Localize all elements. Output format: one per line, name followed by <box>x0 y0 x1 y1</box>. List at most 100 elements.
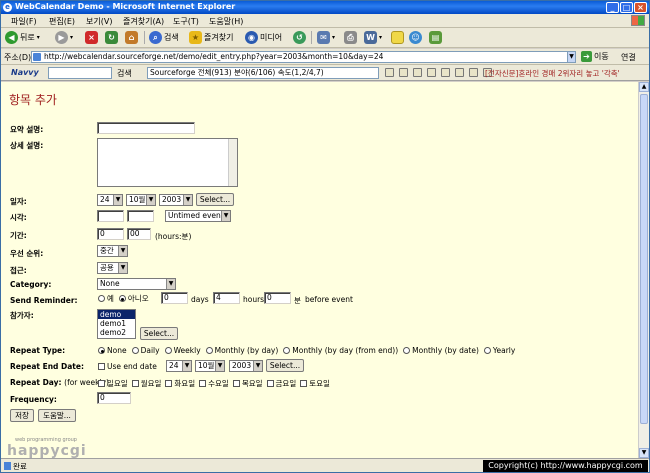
participants-listbox[interactable]: demo demo1 demo2 <box>97 309 136 339</box>
menu-edit[interactable]: 편집(E) <box>49 16 75 27</box>
media-button[interactable]: ◉ 미디어 <box>245 30 282 45</box>
favorites-button[interactable]: ★ 즐겨찾기 <box>189 30 233 45</box>
forward-button[interactable]: ▶ ▾ <box>55 30 73 45</box>
full-textarea[interactable] <box>97 138 238 187</box>
scroll-down-icon[interactable]: ▼ <box>639 448 649 458</box>
reminder-days-input[interactable]: 0 <box>161 292 188 304</box>
repeat-end-select-button[interactable]: Select... <box>266 359 304 372</box>
reminder-hours-input[interactable]: 4 <box>213 292 240 304</box>
print-button[interactable]: ⎙ <box>344 30 357 45</box>
date-day-select[interactable]: 24 ▼ <box>97 194 123 206</box>
participant-option[interactable]: demo1 <box>98 319 135 328</box>
save-button[interactable]: 저장 <box>10 409 34 422</box>
category-select[interactable]: None ▼ <box>97 278 176 290</box>
repeat-day-wed[interactable]: 수요일 <box>199 378 229 389</box>
access-select[interactable]: 공용 ▼ <box>97 262 128 274</box>
mail-button[interactable]: ✉ ▾ <box>317 30 335 45</box>
time-type-select[interactable]: Untimed event ▼ <box>165 210 231 222</box>
home-button[interactable]: ⌂ <box>125 30 138 45</box>
radio-icon <box>98 295 105 302</box>
repeat-day-sun[interactable]: 일요일 <box>98 378 128 389</box>
menu-file[interactable]: 파일(F) <box>11 16 37 27</box>
participant-option[interactable]: demo2 <box>98 328 135 337</box>
priority-select[interactable]: 중간 ▼ <box>97 245 128 257</box>
menu-view[interactable]: 보기(V) <box>86 16 112 27</box>
address-input[interactable]: http://webcalendar.sourceforge.net/demo/… <box>31 51 576 63</box>
help-button[interactable]: 도움말... <box>38 409 76 422</box>
date-year-select[interactable]: 2003 ▼ <box>159 194 193 206</box>
maximize-button[interactable]: □ <box>620 2 633 13</box>
history-button[interactable]: ↺ <box>293 30 306 45</box>
repeat-end-use-option[interactable]: Use end date <box>98 362 157 371</box>
navvy-brand[interactable]: Navvy <box>11 68 39 77</box>
links-button[interactable]: 연결 <box>621 52 636 63</box>
back-button[interactable]: ◀ 뒤로 ▾ <box>5 30 40 45</box>
navvy-search-input[interactable] <box>48 67 112 79</box>
repeat-day-sat[interactable]: 토요일 <box>300 378 330 389</box>
edit-button[interactable]: W ▾ <box>364 30 382 45</box>
search-button[interactable]: ⌕ 검색 <box>149 30 179 45</box>
repeat-weekly-option[interactable]: Weekly <box>164 346 201 355</box>
date-select-button[interactable]: Select... <box>196 193 234 206</box>
menu-help[interactable]: 도움말(H) <box>209 16 243 27</box>
menu-tools[interactable]: 도구(T) <box>173 16 199 27</box>
minimize-button[interactable]: _ <box>606 2 619 13</box>
scroll-thumb[interactable] <box>640 94 648 424</box>
duration-hours-input[interactable]: 0 <box>97 228 124 240</box>
repeat-monthly-from-end-option[interactable]: Monthly (by day (from end)) <box>283 346 398 355</box>
discuss-button[interactable] <box>391 30 404 45</box>
date-year-value: 2003 <box>162 195 182 204</box>
page-scrollbar[interactable]: ▲ ▼ <box>638 82 649 458</box>
refresh-button[interactable]: ↻ <box>105 30 118 45</box>
scroll-up-icon[interactable]: ▲ <box>639 82 649 92</box>
brief-input[interactable] <box>97 122 195 134</box>
participants-select-button[interactable]: Select... <box>140 327 178 340</box>
date-month-select[interactable]: 10월 ▼ <box>126 194 156 206</box>
frequency-input[interactable]: 0 <box>97 392 131 404</box>
copyright-banner: Copyright(c) http://www.happycgi.com <box>483 460 648 472</box>
reminder-no-option[interactable]: 아니오 <box>118 293 149 304</box>
messenger-button[interactable]: ☺ <box>409 30 422 45</box>
navvy-news[interactable]: [전자신문]혼라인 경매 2위자리 놓고 '각축' <box>485 68 620 79</box>
chevron-down-icon: ▼ <box>166 279 175 289</box>
participant-option[interactable]: demo <box>98 310 135 319</box>
repeat-yearly-option[interactable]: Yearly <box>483 346 515 355</box>
navvy-tool-icon[interactable] <box>469 68 478 77</box>
go-button[interactable]: ➔ 이동 <box>581 51 609 62</box>
mail-icon: ✉ <box>317 31 330 44</box>
navvy-tool-icon[interactable] <box>399 68 408 77</box>
repeat-end-year-select[interactable]: 2003 ▼ <box>229 360 263 372</box>
duration-minutes-input[interactable]: 00 <box>127 228 151 240</box>
checkbox-icon <box>300 380 308 387</box>
reminder-minutes-input[interactable]: 0 <box>264 292 291 304</box>
research-button[interactable]: ▤ <box>429 30 442 45</box>
repeat-day-mon[interactable]: 월요일 <box>131 378 161 389</box>
repeat-end-day-select[interactable]: 24 ▼ <box>166 360 192 372</box>
repeat-monthly-by-date-option[interactable]: Monthly (by date) <box>403 346 479 355</box>
repeat-none-option[interactable]: None <box>98 346 127 355</box>
menu-favorites[interactable]: 즐겨찾기(A) <box>123 16 164 27</box>
repeat-day-thu[interactable]: 목요일 <box>232 378 263 389</box>
repeat-daily-option[interactable]: Daily <box>131 346 160 355</box>
repeat-monthly-by-day-option[interactable]: Monthly (by day) <box>205 346 278 355</box>
time-minute-input[interactable] <box>127 210 154 222</box>
navvy-toolbar: Navvy 검색 Sourceforge 전체(913) 분야(6/106) 속… <box>1 65 649 81</box>
time-hour-input[interactable] <box>97 210 124 222</box>
navvy-tool-icon[interactable] <box>427 68 436 77</box>
close-button[interactable]: × <box>634 2 647 13</box>
repeat-end-month-select[interactable]: 10월 ▼ <box>195 360 225 372</box>
navvy-tool-icon[interactable] <box>413 68 422 77</box>
repeat-day-tue[interactable]: 화요일 <box>165 378 195 389</box>
navvy-search-button[interactable]: 검색 <box>117 68 132 79</box>
stop-button[interactable]: × <box>85 30 98 45</box>
address-dropdown-button[interactable]: ▼ <box>567 51 576 63</box>
repeat-day-fri[interactable]: 금요일 <box>266 378 296 389</box>
chevron-down-icon: ▼ <box>221 211 230 221</box>
reminder-yes-option[interactable]: 예 <box>98 293 114 304</box>
reminder-before-label: before event <box>305 295 353 304</box>
navvy-tool-icon[interactable] <box>385 68 394 77</box>
navvy-tool-icon[interactable] <box>441 68 450 77</box>
textarea-scrollbar[interactable] <box>228 139 237 186</box>
reminder-days-label: days <box>191 295 209 304</box>
navvy-tool-icon[interactable] <box>455 68 464 77</box>
